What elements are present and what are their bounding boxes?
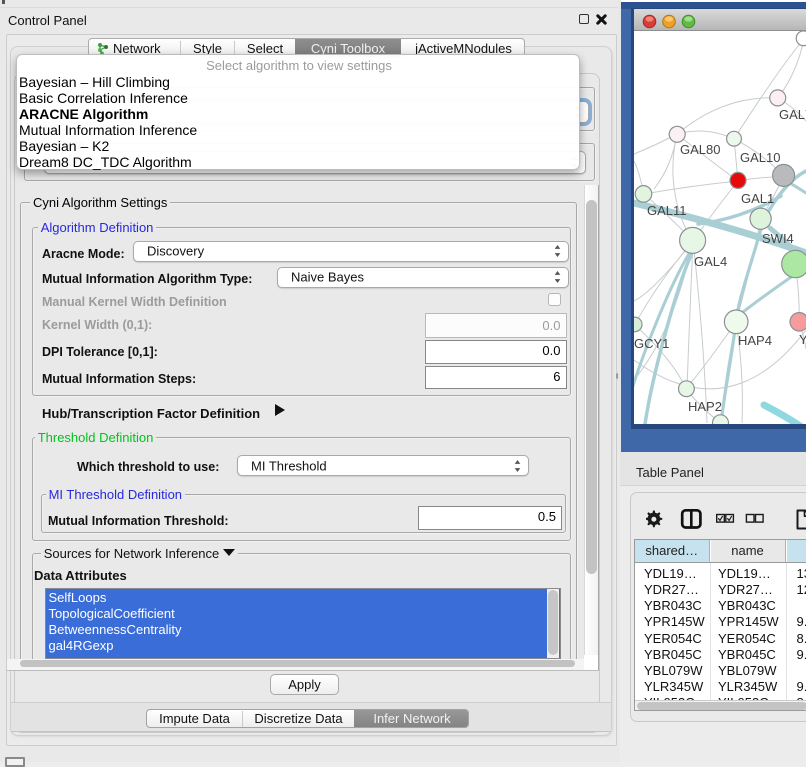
svg-text:GAL11: GAL11 bbox=[647, 203, 687, 218]
svg-text:HAP4: HAP4 bbox=[738, 333, 772, 348]
svg-text:YJ: YJ bbox=[799, 332, 806, 347]
svg-text:GAL7: GAL7 bbox=[779, 107, 806, 122]
svg-text:GCY1: GCY1 bbox=[634, 336, 669, 351]
svg-text:GAL80: GAL80 bbox=[680, 142, 720, 157]
svg-text:SWI4: SWI4 bbox=[762, 231, 794, 246]
svg-text:HAP2: HAP2 bbox=[688, 399, 722, 414]
svg-text:GAL4: GAL4 bbox=[694, 254, 727, 269]
svg-text:GAL1: GAL1 bbox=[741, 191, 774, 206]
svg-text:GAL10: GAL10 bbox=[740, 150, 780, 165]
